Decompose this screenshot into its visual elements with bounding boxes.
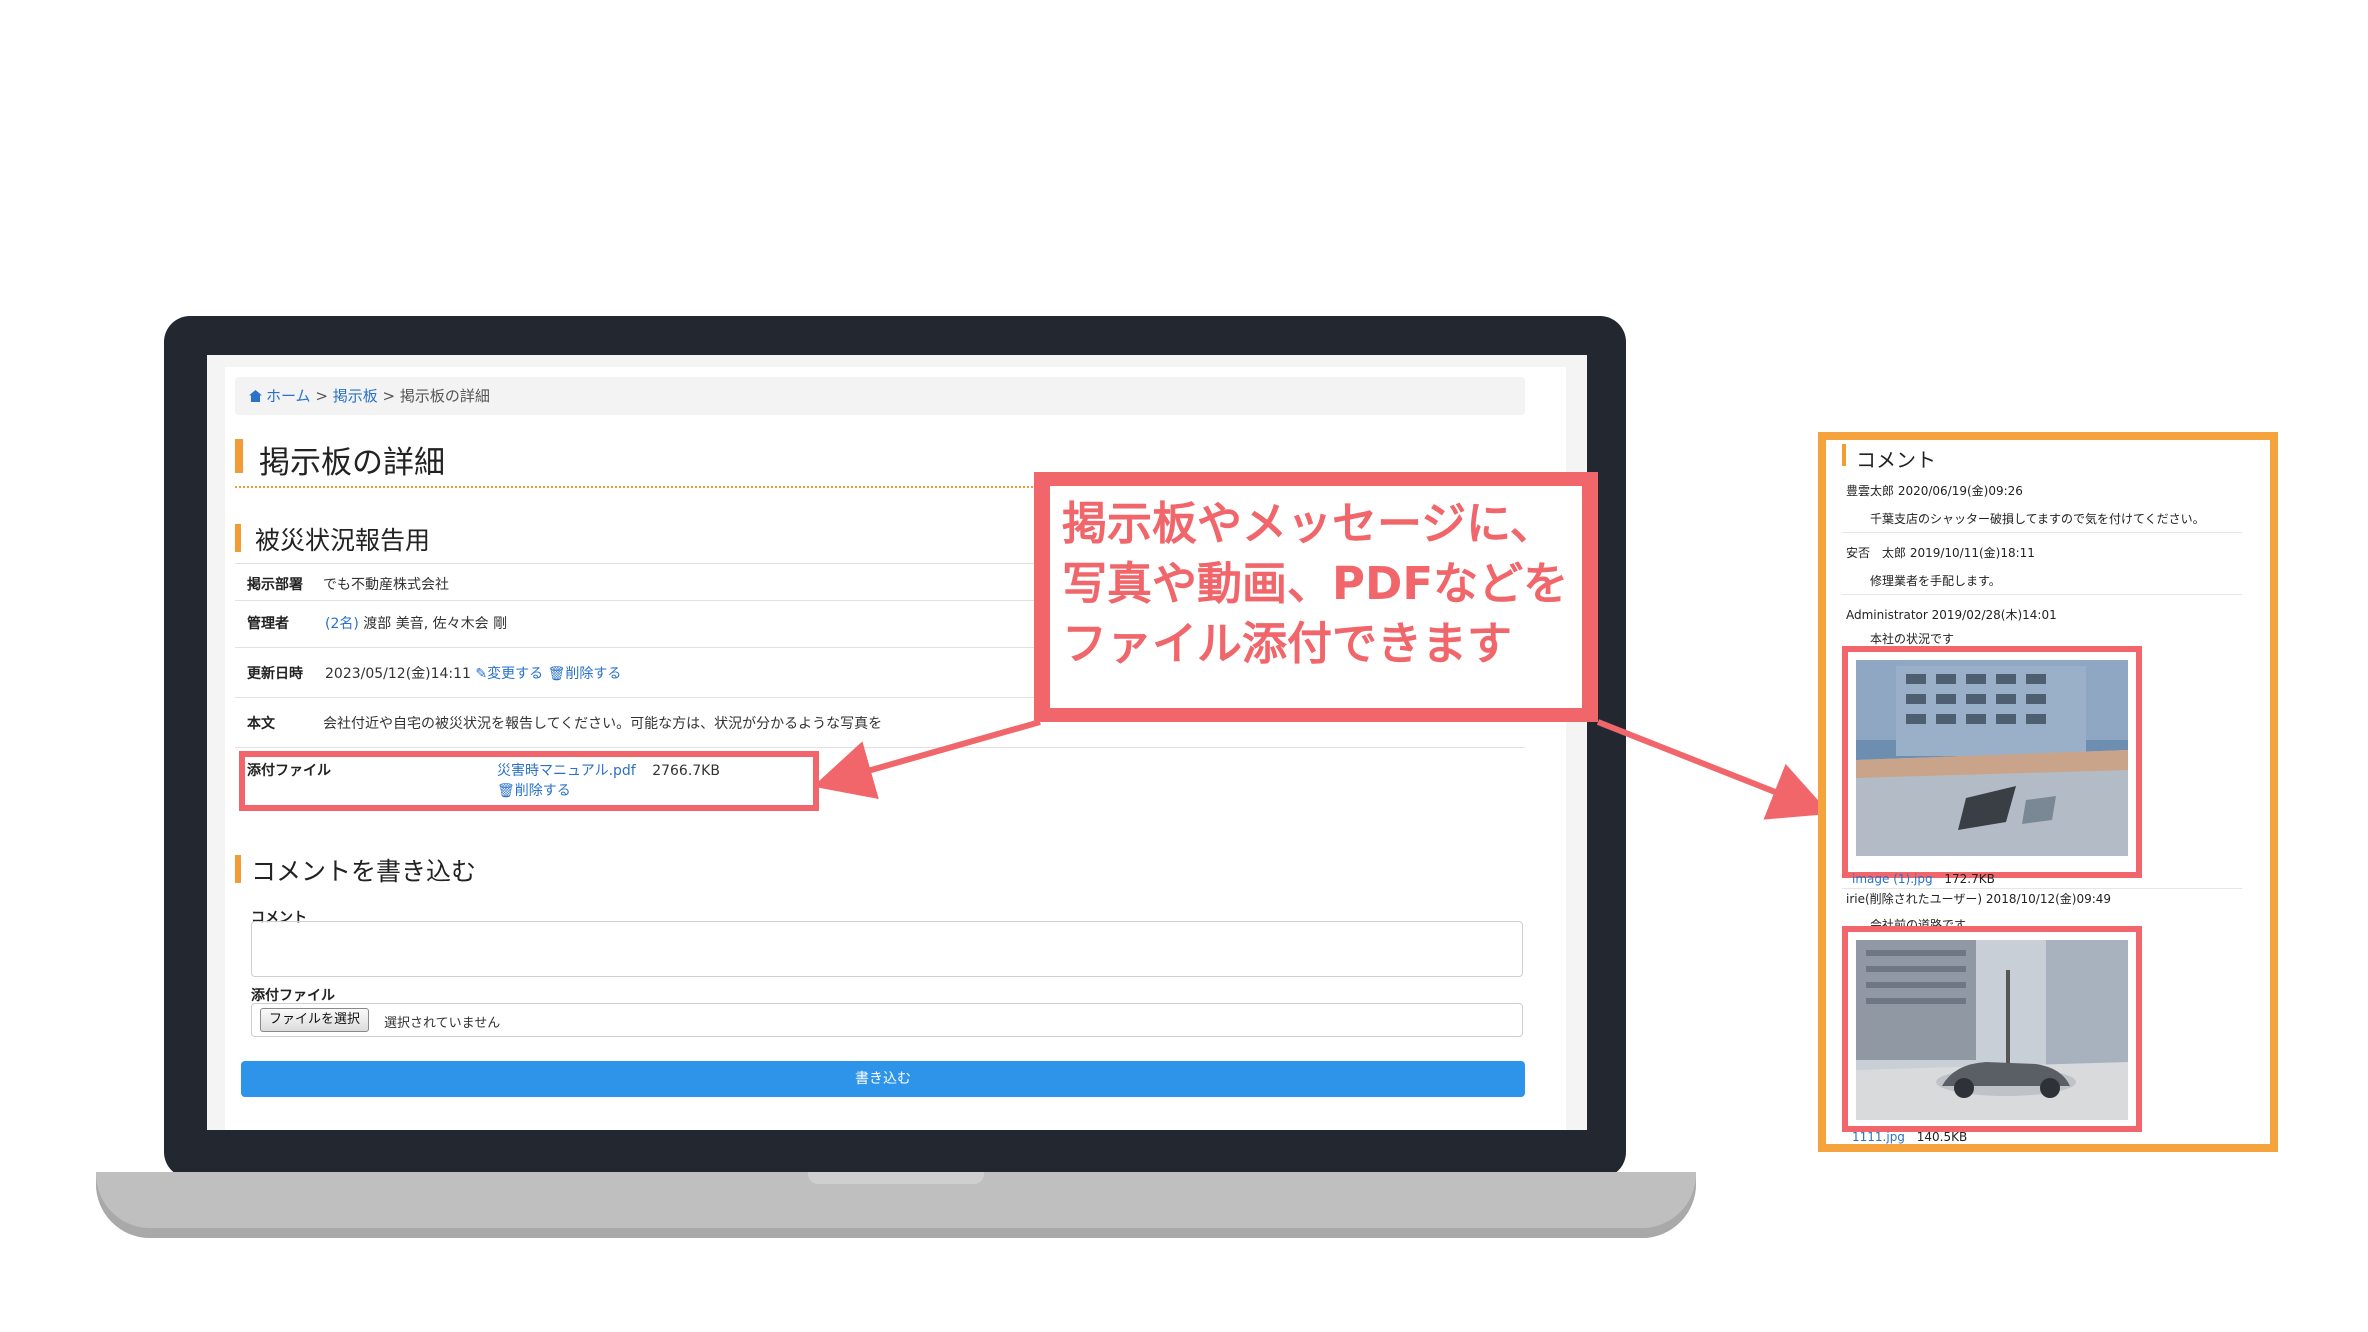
- comment-1-text: 千葉支店のシャッター破損してますので気を付けてください。: [1870, 512, 2205, 526]
- comment-2-text: 修理業者を手配します。: [1870, 574, 2001, 588]
- street-damage-photo[interactable]: [1856, 940, 2128, 1120]
- comment-3-photo-highlight: [1842, 646, 2142, 878]
- comments-title: コメント: [1856, 448, 1936, 472]
- arrow-to-comments: [1596, 719, 1831, 820]
- comment-3-text: 本社の状況です: [1870, 632, 1955, 646]
- comment-4-file-size: 140.5KB: [1916, 1130, 1968, 1144]
- comment-1-meta: 豊雲太郎 2020/06/19(金)09:26: [1846, 484, 2023, 498]
- comment-4-photo-highlight: [1842, 926, 2142, 1132]
- comment-3-meta: Administrator 2019/02/28(木)14:01: [1846, 608, 2057, 622]
- comments-panel: コメント 豊雲太郎 2020/06/19(金)09:26 千葉支店のシャッター破…: [1818, 432, 2278, 1152]
- comment-4-meta: irie(削除されたユーザー) 2018/10/12(金)09:49: [1846, 892, 2112, 906]
- comment-2-meta: 安否 太郎 2019/10/11(金)18:11: [1846, 546, 2035, 560]
- building-damage-photo[interactable]: [1856, 660, 2128, 856]
- comment-4-file-link[interactable]: 1111.jpg: [1852, 1130, 1905, 1144]
- arrow-to-attachment: [812, 719, 1041, 800]
- comment-3-file-size: 172.7KB: [1944, 872, 1995, 886]
- comment-3-file-link[interactable]: image (1).jpg: [1852, 872, 1933, 886]
